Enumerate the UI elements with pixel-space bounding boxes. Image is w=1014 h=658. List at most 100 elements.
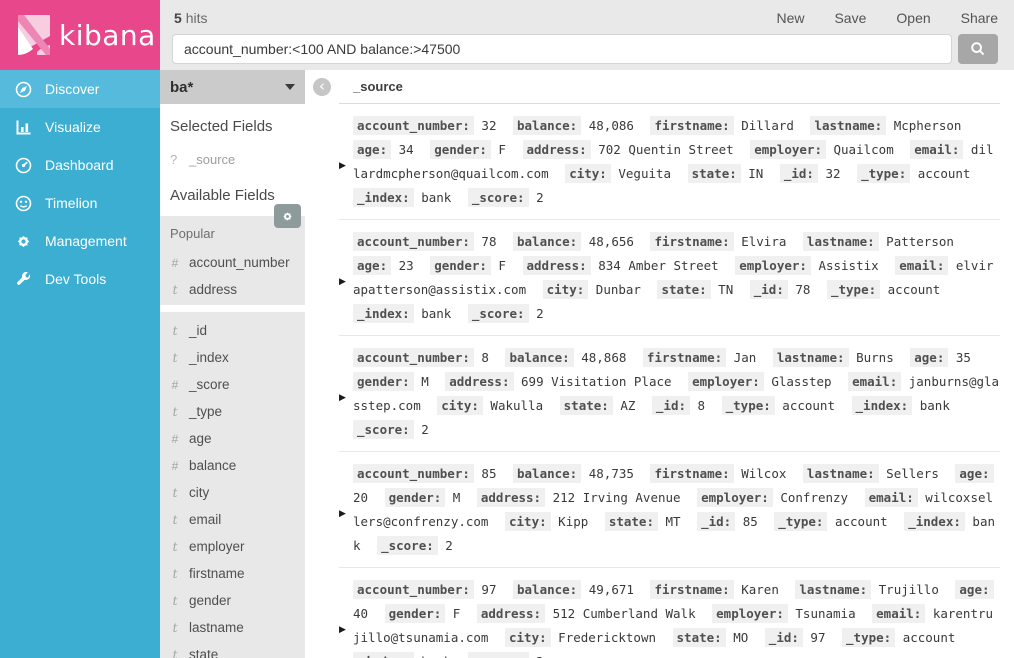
field-key-badge: age:: [353, 256, 391, 275]
share-button[interactable]: Share: [961, 10, 998, 26]
field-item-score[interactable]: # _score: [170, 371, 295, 398]
field-settings-button[interactable]: [274, 204, 301, 228]
field-item-state[interactable]: t state: [170, 641, 295, 658]
field-item-index[interactable]: t _index: [170, 344, 295, 371]
index-pattern-name: ba*: [170, 79, 193, 96]
field-item-gender[interactable]: t gender: [170, 587, 295, 614]
field-item-type[interactable]: t _type: [170, 398, 295, 425]
expand-row-icon[interactable]: ▶: [339, 114, 353, 210]
field-value-pair: account_number: 97: [353, 582, 496, 597]
string-type-icon: t: [170, 351, 180, 365]
nav-item-dashboard[interactable]: Dashboard: [0, 146, 160, 184]
field-key-badge: city:: [565, 164, 611, 183]
field-value-pair: address: 212 Irving Avenue: [477, 490, 681, 505]
field-item-balance[interactable]: # balance: [170, 452, 295, 479]
field-value-pair: lastname: Sellers: [803, 466, 939, 481]
field-value-pair: city: Kipp: [505, 514, 588, 529]
search-input[interactable]: [172, 34, 952, 64]
search-button[interactable]: [958, 34, 998, 64]
field-key-badge: account_number:: [353, 580, 474, 599]
collapse-sidebar-button[interactable]: ‹: [313, 78, 331, 96]
field-value-pair: city: Fredericktown: [505, 630, 656, 645]
field-key-badge: _type:: [722, 396, 775, 415]
field-key-badge: account_number:: [353, 116, 474, 135]
save-button[interactable]: Save: [834, 10, 866, 26]
document-source-text: account_number: 8 balance: 48,868 firstn…: [353, 346, 1000, 442]
dashboard-icon: [15, 157, 32, 174]
nav-item-label: Timelion: [45, 195, 97, 211]
nav-item-label: Dev Tools: [45, 271, 106, 287]
field-item-email[interactable]: t email: [170, 506, 295, 533]
field-item-age[interactable]: # age: [170, 425, 295, 452]
field-value-pair: _type: account: [842, 630, 955, 645]
field-value-pair: gender: M: [353, 374, 429, 389]
field-key-badge: state:: [673, 628, 726, 647]
field-key-badge: _id:: [697, 512, 735, 531]
nav-item-label: Dashboard: [45, 157, 114, 173]
unknown-type-icon: ?: [170, 152, 180, 167]
field-key-badge: _type:: [842, 628, 895, 647]
expand-row-icon[interactable]: ▶: [339, 230, 353, 326]
field-item-firstname[interactable]: t firstname: [170, 560, 295, 587]
kibana-logo[interactable]: kibana: [0, 0, 160, 70]
nav-item-discover[interactable]: Discover: [0, 70, 160, 108]
field-item-address[interactable]: t address: [170, 276, 295, 303]
field-key-badge: _type:: [774, 512, 827, 531]
nav-item-management[interactable]: Management: [0, 222, 160, 260]
field-item-source[interactable]: ? _source: [170, 152, 295, 167]
wrench-icon: [15, 271, 32, 288]
field-key-badge: email:: [895, 256, 948, 275]
field-name: address: [189, 282, 237, 297]
field-value-pair: firstname: Wilcox: [650, 466, 786, 481]
string-type-icon: t: [170, 513, 180, 527]
field-key-badge: employer:: [688, 372, 764, 391]
field-key-badge: gender:: [385, 488, 446, 507]
field-key-badge: _score:: [353, 420, 414, 439]
nav-item-dev-tools[interactable]: Dev Tools: [0, 260, 160, 298]
field-key-badge: city:: [543, 280, 589, 299]
field-item-lastname[interactable]: t lastname: [170, 614, 295, 641]
field-value-pair: state: IN: [688, 166, 764, 181]
field-value-pair: state: MT: [605, 514, 681, 529]
field-name: _score: [189, 377, 230, 392]
document-row: ▶ account_number: 8 balance: 48,868 firs…: [339, 335, 1000, 451]
field-key-badge: city:: [437, 396, 483, 415]
field-item-city[interactable]: t city: [170, 479, 295, 506]
expand-row-icon[interactable]: ▶: [339, 578, 353, 658]
field-key-badge: _index:: [852, 396, 913, 415]
expand-row-icon[interactable]: ▶: [339, 462, 353, 558]
field-value-pair: age: 34: [353, 142, 414, 157]
topbar-actions: New Save Open Share: [776, 10, 998, 26]
nav-item-visualize[interactable]: Visualize: [0, 108, 160, 146]
field-item-account_number[interactable]: # account_number: [170, 249, 295, 276]
field-value-pair: gender: M: [385, 490, 461, 505]
number-type-icon: #: [170, 459, 180, 473]
field-value-pair: employer: Assistix: [735, 258, 878, 273]
field-key-badge: state:: [657, 280, 710, 299]
field-value-pair: lastname: Burns: [773, 350, 894, 365]
field-key-badge: gender:: [353, 372, 414, 391]
field-value-pair: lastname: Mcpherson: [810, 118, 961, 133]
search-bar: [160, 30, 1014, 64]
field-value-pair: firstname: Elvira: [650, 234, 786, 249]
field-value-pair: lastname: Patterson: [803, 234, 954, 249]
index-pattern-selector[interactable]: ba*: [160, 70, 305, 104]
document-row: ▶ account_number: 32 balance: 48,086 fir…: [339, 104, 1000, 219]
field-item-employer[interactable]: t employer: [170, 533, 295, 560]
field-value-pair: age: 35: [910, 350, 971, 365]
field-value-pair: _id: 8: [652, 398, 705, 413]
expand-row-icon[interactable]: ▶: [339, 346, 353, 442]
new-button[interactable]: New: [776, 10, 804, 26]
field-key-badge: lastname:: [773, 348, 849, 367]
field-name: _index: [189, 350, 229, 365]
field-key-badge: gender:: [385, 604, 446, 623]
field-item-id[interactable]: t _id: [170, 317, 295, 344]
popular-fields-list: # account_number t address: [170, 249, 295, 303]
field-key-badge: _id:: [750, 280, 788, 299]
field-key-badge: account_number:: [353, 232, 474, 251]
field-key-badge: firstname:: [650, 464, 733, 483]
open-button[interactable]: Open: [896, 10, 930, 26]
field-value-pair: employer: Tsunamia: [712, 606, 855, 621]
kibana-app: kibana Discover Visualize Dashboard Time…: [0, 0, 1014, 658]
nav-item-timelion[interactable]: Timelion: [0, 184, 160, 222]
